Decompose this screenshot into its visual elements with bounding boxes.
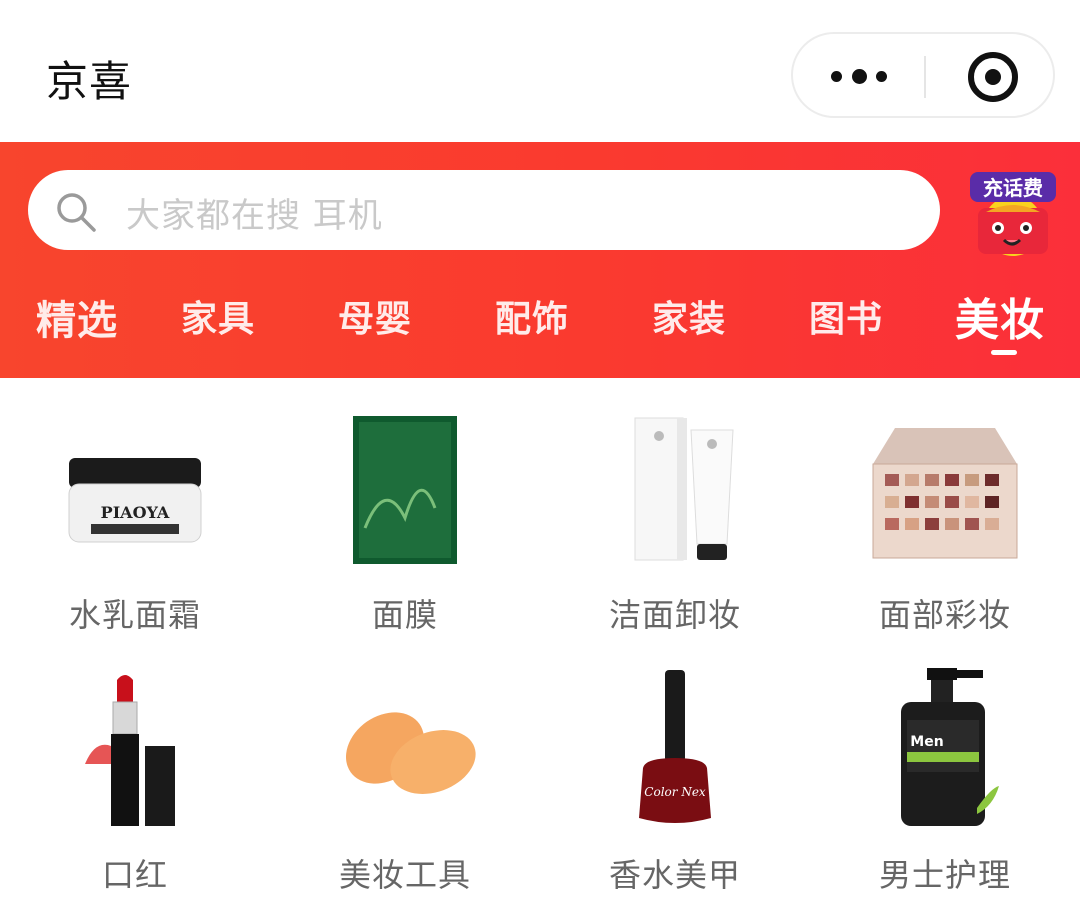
brand-text-qianzi: QIANZI bbox=[473, 456, 485, 519]
category-item[interactable]: Color Nex 香水美甲 bbox=[540, 638, 810, 898]
category-label: 洁面卸妆 bbox=[608, 596, 741, 634]
category-label: 美妆工具 bbox=[338, 856, 471, 894]
more-icon[interactable] bbox=[831, 64, 887, 88]
category-item[interactable]: QIANZI 面膜 bbox=[270, 378, 540, 638]
brand-text-men: Men bbox=[910, 734, 943, 750]
tab-accessories[interactable]: 配饰 bbox=[495, 290, 569, 342]
top-nav-bar: 京喜 bbox=[0, 0, 1080, 142]
red-header: 大家都在搜 耳机 充话费 精选 家具 母婴 配饰 家装 图书 美妆 bbox=[0, 142, 1080, 378]
app-title: 京喜 bbox=[46, 57, 133, 106]
search-placeholder: 大家都在搜 耳机 bbox=[126, 196, 383, 236]
tab-baby[interactable]: 母婴 bbox=[338, 290, 412, 342]
promo-text: 充话费 bbox=[983, 176, 1043, 200]
category-item[interactable]: 面部彩妆 bbox=[810, 378, 1080, 638]
tab-books[interactable]: 图书 bbox=[809, 290, 883, 342]
makeup-sponge-icon bbox=[346, 712, 476, 794]
capsule-divider bbox=[924, 56, 926, 98]
category-label: 香水美甲 bbox=[608, 856, 741, 894]
tab-beauty[interactable]: 美妆 bbox=[955, 284, 1045, 348]
category-item[interactable]: 洁面卸妆 bbox=[540, 378, 810, 638]
category-item[interactable]: 美妆工具 bbox=[270, 638, 540, 898]
brand-text-piaoya: PIAOYA bbox=[101, 503, 170, 522]
category-label: 水乳面霜 bbox=[68, 596, 201, 634]
active-tab-indicator bbox=[991, 350, 1017, 355]
category-item[interactable]: PIAOYA 水乳面霜 bbox=[0, 378, 270, 638]
tab-home-decor[interactable]: 家装 bbox=[652, 290, 726, 342]
lipstick-icon bbox=[85, 675, 175, 826]
men-cleanser-bottle-icon: Men bbox=[901, 668, 999, 826]
close-target-icon[interactable] bbox=[968, 52, 1018, 102]
tab-featured[interactable]: 精选 bbox=[36, 288, 118, 346]
category-label: 面部彩妆 bbox=[878, 596, 1011, 634]
eyeshadow-palette-icon bbox=[872, 428, 1018, 559]
category-item[interactable]: 口红 bbox=[0, 638, 270, 898]
category-label: 男士护理 bbox=[878, 856, 1011, 894]
tab-furniture[interactable]: 家具 bbox=[181, 290, 255, 342]
phone-recharge-promo-icon[interactable]: 充话费 bbox=[968, 168, 1058, 258]
category-grid: PIAOYA 水乳面霜 QIANZI 面膜 洁面卸妆 面部彩妆 口红 美妆工具 … bbox=[0, 378, 1080, 908]
mini-program-capsule bbox=[791, 32, 1055, 118]
face-cream-jar-icon: PIAOYA bbox=[68, 458, 202, 543]
cleanser-tube-icon bbox=[634, 417, 734, 561]
face-mask-pack-icon: QIANZI bbox=[353, 416, 485, 564]
nail-polish-icon: Color Nex bbox=[639, 670, 711, 823]
search-icon bbox=[57, 193, 96, 232]
category-tabs: 精选 家具 母婴 配饰 家装 图书 美妆 bbox=[0, 282, 1080, 378]
search-bar[interactable]: 大家都在搜 耳机 bbox=[28, 170, 940, 250]
category-item[interactable]: Men 男士护理 bbox=[810, 638, 1080, 898]
category-label: 口红 bbox=[101, 856, 168, 894]
brand-text-color-nex: Color Nex bbox=[644, 785, 706, 799]
category-label: 面膜 bbox=[371, 596, 438, 634]
